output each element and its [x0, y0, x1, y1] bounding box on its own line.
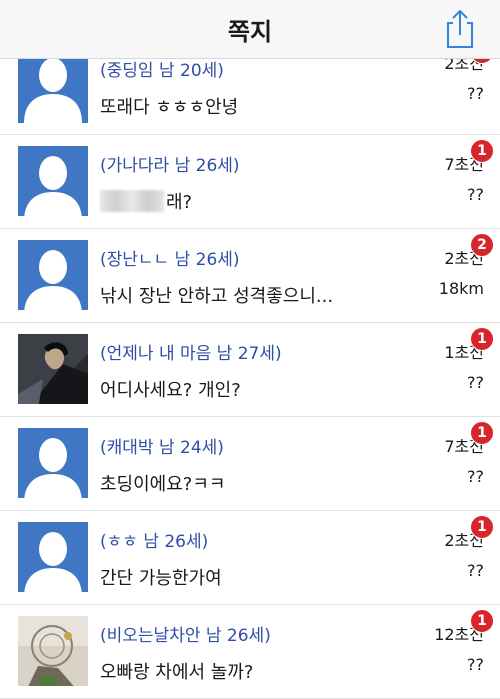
message-preview: 오빠랑 차에서 놀까? [100, 658, 253, 684]
unread-badge: 2 [470, 233, 494, 257]
distance: ?? [467, 373, 484, 392]
message-list: (중딩임 남 20세)또래다 ㅎㅎㅎ안녕2초전??1(가나다라 남 26세)래?… [0, 40, 500, 699]
redacted-text [100, 190, 164, 212]
nav-bar: 쪽지 [0, 0, 500, 59]
message-row[interactable]: (ㅎㅎ 남 26세) 간단 가능한가여 2초전?? 1 [0, 511, 500, 605]
share-icon [447, 9, 473, 48]
distance: ?? [467, 467, 484, 486]
avatar-default-icon[interactable] [18, 240, 88, 310]
message-preview: 어디사세요? 개인? [100, 376, 241, 402]
message-text: 또래다 ㅎㅎㅎ안녕 [100, 97, 239, 118]
message-preview: 또래다 ㅎㅎㅎ안녕 [100, 93, 238, 119]
message-text: 간단 가능한가여 [100, 568, 222, 589]
message-text: 어디사세요? 개인? [100, 380, 241, 401]
message-row[interactable]: (중딩임 남 20세)또래다 ㅎㅎㅎ안녕2초전??1 [0, 40, 500, 135]
distance: ?? [467, 84, 484, 103]
message-preview: 간단 가능한가여 [100, 564, 222, 590]
message-preview: 초딩이에요?ㅋㅋ [100, 470, 225, 496]
sender-name: (캐대박 남 24세) [100, 438, 224, 458]
page-title: 쪽지 [227, 18, 273, 46]
sender-name: (가나다라 남 26세) [100, 156, 240, 176]
unread-badge: 1 [470, 609, 494, 633]
message-row[interactable]: (가나다라 남 26세) 래? 7초전?? 1 [0, 135, 500, 229]
avatar[interactable] [18, 334, 88, 404]
message-row[interactable]: (장난ㄴㄴ 남 26세) 낚시 장난 안하고 성격좋으니... 2초전 18km 2 [0, 229, 500, 323]
distance: 18km [438, 279, 484, 298]
distance: ?? [467, 655, 484, 674]
sender-name: (비오는날차안 남 26세) [100, 626, 271, 646]
sender-name: (중딩임 남 20세) [100, 61, 224, 81]
message-text: 오빠랑 차에서 놀까? [100, 662, 254, 683]
message-text: 초딩이에요?ㅋㅋ [100, 474, 226, 495]
avatar-default-icon[interactable] [18, 522, 88, 592]
message-row[interactable]: (캐대박 남 24세) 초딩이에요?ㅋㅋ 7초전?? 1 [0, 417, 500, 511]
message-text: 래? [166, 192, 193, 213]
unread-badge: 1 [470, 421, 494, 445]
distance: ?? [467, 561, 484, 580]
message-row[interactable]: (비오는날차안 남 26세) 오빠랑 차에서 놀까? 12초전?? 1 [0, 605, 500, 699]
avatar[interactable] [18, 616, 88, 686]
sender-name: (장난ㄴㄴ 남 26세) [100, 250, 240, 270]
avatar-default-icon[interactable] [18, 48, 88, 123]
share-button[interactable] [440, 6, 480, 50]
message-text: 낚시 장난 안하고 성격좋으니... [100, 286, 334, 307]
avatar-default-icon[interactable] [18, 428, 88, 498]
unread-badge: 1 [470, 139, 494, 163]
avatar-default-icon[interactable] [18, 146, 88, 216]
unread-badge: 1 [470, 327, 494, 351]
sender-name: (언제나 내 마음 남 27세) [100, 344, 282, 364]
sender-name: (ㅎㅎ 남 26세) [100, 532, 209, 552]
message-preview: 래? [100, 188, 192, 214]
message-row[interactable]: (언제나 내 마음 남 27세) 어디사세요? 개인? 1초전?? 1 [0, 323, 500, 417]
message-preview: 낚시 장난 안하고 성격좋으니... [100, 282, 333, 308]
unread-badge: 1 [470, 515, 494, 539]
distance: ?? [467, 185, 484, 204]
